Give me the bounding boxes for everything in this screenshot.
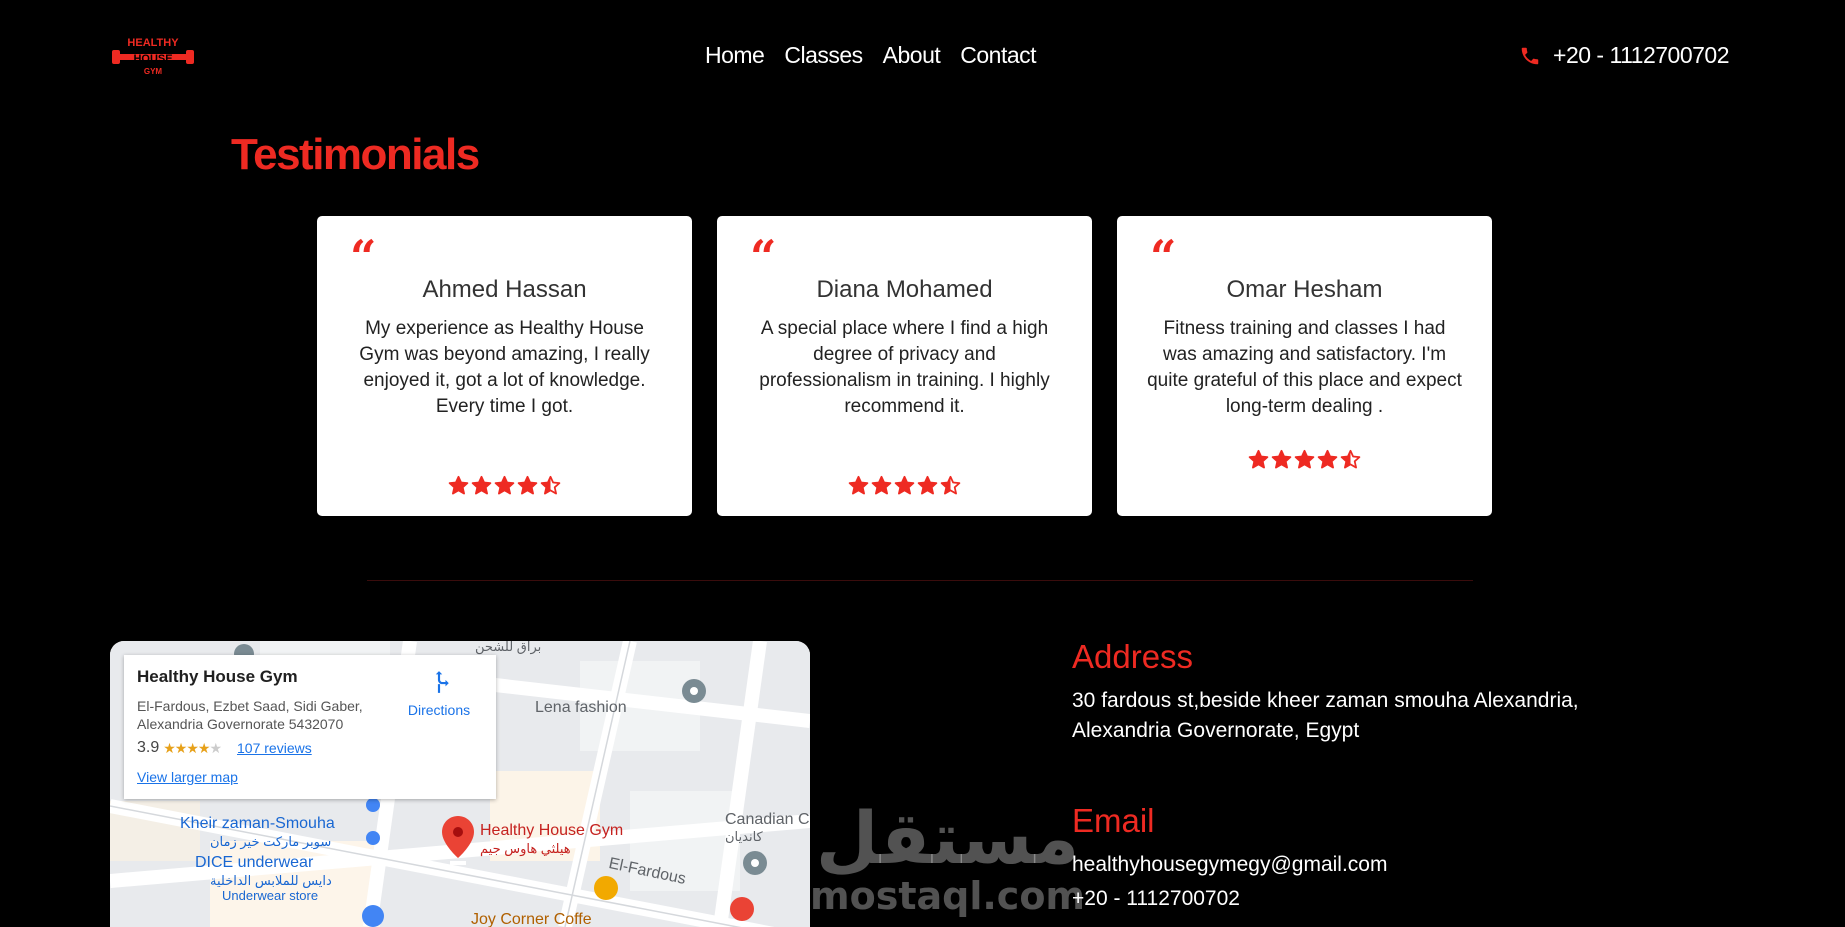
watermark-arabic: مستقل: [815, 796, 1080, 880]
main-menu: Home Classes About Contact: [705, 42, 1037, 69]
quote-icon: “: [750, 230, 777, 284]
map-label-dice-ar: دايس للملابس الداخلية: [210, 873, 332, 888]
testimonial-text: A special place where I find a high degr…: [759, 318, 1050, 417]
contact-email[interactable]: healthyhousegymegy@gmail.com: [1072, 850, 1387, 880]
directions-icon: [435, 671, 449, 693]
testimonials-title: Testimonials: [231, 130, 480, 179]
phone-icon: [1521, 47, 1539, 64]
map-label-kheir[interactable]: Kheir zaman-Smouha: [180, 815, 335, 833]
address-line-2: Alexandria Governorate, Egypt: [1072, 719, 1360, 742]
map-label-kheir-ar: سوبر ماركت خير زمان: [210, 834, 332, 849]
star-full-icon: [1294, 449, 1315, 469]
nav-about-link[interactable]: About: [883, 42, 941, 69]
star-full-icon: [1248, 449, 1269, 469]
star-full-icon: [917, 475, 938, 495]
svg-text:GYM: GYM: [144, 67, 163, 76]
map-label-canadian[interactable]: Canadian C: [725, 811, 810, 829]
map-place-address: El-Fardous, Ezbet Saad, Sidi Gaber, Alex…: [137, 698, 363, 732]
header-phone-number: +20 - 1112700702: [1553, 42, 1729, 68]
star-full-icon: [517, 475, 538, 495]
star-half-icon: [940, 475, 961, 495]
star-full-icon: [894, 475, 915, 495]
star-half-icon: [540, 475, 561, 495]
rating-stars: [317, 475, 692, 496]
svg-text:HEALTHY: HEALTHY: [127, 37, 179, 49]
star-full-icon: [871, 475, 892, 495]
map-label-dice[interactable]: DICE underwear: [195, 854, 313, 872]
map-info-card: Healthy House Gym El-Fardous, Ezbet Saad…: [124, 655, 496, 799]
star-half-icon: [1340, 449, 1361, 469]
map-place-name: Healthy House Gym: [137, 667, 298, 686]
star-full-icon: [1317, 449, 1338, 469]
mostaql-watermark: مستقل mostaql.com: [810, 800, 1085, 916]
directions-label: Directions: [407, 702, 471, 718]
testimonial-card: “ Diana Mohamed A special place where I …: [717, 216, 1092, 516]
address-line-1: 30 fardous st,beside kheer zaman smouha …: [1072, 689, 1579, 712]
map-label-gym-ar: هيلثي هاوس جيم: [480, 841, 571, 856]
star-full-icon: [848, 475, 869, 495]
map-label-dice-sub: Underwear store: [222, 888, 319, 903]
header-phone[interactable]: +20 - 1112700702: [1519, 42, 1729, 69]
email-heading: Email: [1072, 802, 1155, 839]
testimonial-text: Fitness training and classes I had was a…: [1147, 318, 1462, 417]
map-reviews-link[interactable]: 107 reviews: [237, 740, 312, 756]
map-rating: 3.9 ★★★★★ 107 reviews: [137, 739, 312, 757]
top-nav: HEALTHY HOUSE GYM Home Classes About Con…: [0, 0, 1845, 115]
svg-text:HOUSE: HOUSE: [133, 53, 172, 65]
map-label-lena[interactable]: Lena fashion: [535, 699, 627, 717]
nav-classes-link[interactable]: Classes: [784, 42, 863, 69]
rating-stars: [1117, 449, 1492, 470]
nav-contact-link[interactable]: Contact: [960, 42, 1036, 69]
map-label-joy[interactable]: Joy Corner Coffe: [471, 911, 592, 927]
gym-logo[interactable]: HEALTHY HOUSE GYM: [110, 34, 196, 78]
testimonial-name: Omar Hesham: [1226, 276, 1383, 303]
testimonial-name: Ahmed Hassan: [422, 276, 587, 303]
star-full-icon: [448, 475, 469, 495]
rating-stars: [717, 475, 1092, 496]
quote-icon: “: [350, 230, 377, 284]
map-rating-stars-icon: ★★★★★: [163, 739, 222, 756]
testimonial-card: “ Omar Hesham Fitness training and class…: [1117, 216, 1492, 516]
contact-phone[interactable]: +20 - 1112700702: [1072, 884, 1240, 914]
testimonial-text: My experience as Healthy House Gym was b…: [359, 318, 650, 417]
star-full-icon: [471, 475, 492, 495]
google-map-embed[interactable]: Lena fashion Kheir zaman-Smouha سوبر مار…: [110, 641, 810, 927]
quote-icon: “: [1150, 230, 1177, 284]
address-heading: Address: [1072, 638, 1194, 675]
view-larger-map-link[interactable]: View larger map: [137, 769, 238, 785]
directions-button[interactable]: Directions: [394, 669, 484, 718]
testimonial-card: “ Ahmed Hassan My experience as Healthy …: [317, 216, 692, 516]
testimonial-name: Diana Mohamed: [816, 276, 993, 303]
star-full-icon: [494, 475, 515, 495]
star-full-icon: [1271, 449, 1292, 469]
nav-home-link[interactable]: Home: [705, 42, 765, 69]
map-label-canadian-ar: كانديان: [725, 829, 763, 844]
map-label-top-ar: براق للشحن: [475, 641, 542, 654]
section-divider: [367, 580, 1473, 581]
watermark-latin: mostaql.com: [810, 874, 1086, 918]
map-rating-value: 3.9: [137, 739, 160, 756]
map-label-gym[interactable]: Healthy House Gym: [480, 822, 623, 840]
